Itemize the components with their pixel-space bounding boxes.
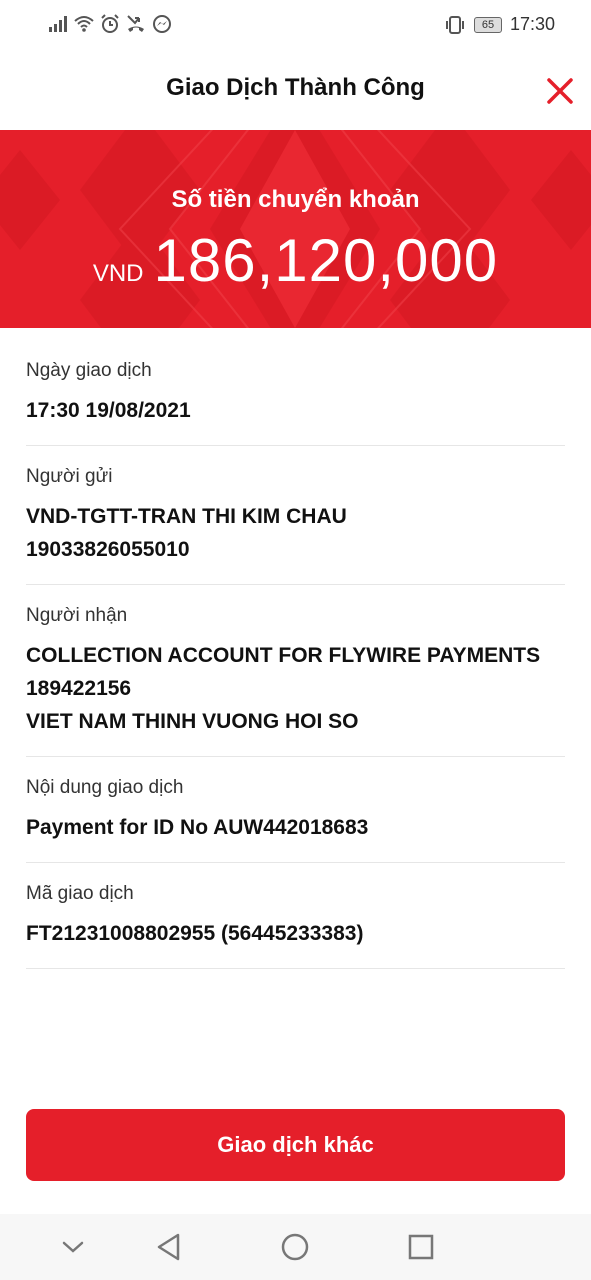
detail-value: 17:30 19/08/2021: [26, 399, 191, 422]
detail-row-recipient: Người nhận COLLECTION ACCOUNT FOR FLYWIR…: [26, 585, 565, 757]
detail-label: Mã giao dịch: [26, 883, 134, 904]
transaction-details: Ngày giao dịch 17:30 19/08/2021 Người gử…: [26, 340, 565, 969]
amount-row: VND 186,120,000: [0, 226, 591, 295]
status-bar: 65 17:30: [0, 0, 591, 50]
amount-label: Số tiền chuyển khoản: [171, 186, 420, 213]
battery-indicator: 65: [473, 16, 502, 33]
detail-row-date: Ngày giao dịch 17:30 19/08/2021: [26, 340, 565, 446]
detail-row-sender: Người gửi VND-TGTT-TRAN THI KIM CHAU 190…: [26, 446, 565, 585]
close-icon[interactable]: [545, 76, 575, 106]
missed-call-icon: [127, 15, 144, 32]
status-icons-right: 65 17:30: [444, 14, 555, 35]
chevron-down-icon[interactable]: [58, 1232, 88, 1262]
new-transaction-button[interactable]: Giao dịch khác: [26, 1109, 565, 1181]
messenger-icon: [153, 15, 171, 33]
header: Giao Dịch Thành Công: [0, 50, 591, 130]
detail-label: Người nhận: [26, 605, 128, 626]
status-time: 17:30: [509, 14, 555, 34]
signal-icon: [49, 16, 67, 32]
home-icon[interactable]: [280, 1232, 310, 1262]
wifi-icon: [74, 16, 94, 32]
recents-icon[interactable]: [406, 1232, 436, 1262]
detail-value: FT21231008802955 (56445233383): [26, 922, 364, 945]
detail-value: COLLECTION ACCOUNT FOR FLYWIRE PAYMENTS: [26, 644, 541, 667]
detail-label: Nội dung giao dịch: [26, 777, 184, 798]
detail-value: 19033826055010: [26, 538, 190, 561]
amount-value: 186,120,000: [153, 227, 499, 294]
detail-value: Payment for ID No AUW442018683: [26, 816, 369, 839]
detail-label: Ngày giao dịch: [26, 360, 152, 381]
detail-value: 189422156: [26, 677, 132, 700]
vibrate-icon: [445, 15, 464, 34]
status-icons-left: [48, 14, 172, 34]
amount-currency: VND: [92, 260, 144, 287]
detail-value: VND-TGTT-TRAN THI KIM CHAU: [26, 505, 347, 528]
detail-value: VIET NAM THINH VUONG HOI SO: [26, 710, 359, 733]
system-nav-bar: [0, 1214, 591, 1280]
detail-label: Người gửi: [26, 466, 113, 487]
detail-row-transaction-id: Mã giao dịch FT21231008802955 (564452333…: [26, 863, 565, 969]
detail-row-content: Nội dung giao dịch Payment for ID No AUW…: [26, 757, 565, 863]
page-title: Giao Dịch Thành Công: [166, 74, 425, 101]
amount-banner: Số tiền chuyển khoản VND 186,120,000: [0, 130, 591, 328]
alarm-icon: [101, 14, 119, 33]
back-icon[interactable]: [154, 1232, 184, 1262]
